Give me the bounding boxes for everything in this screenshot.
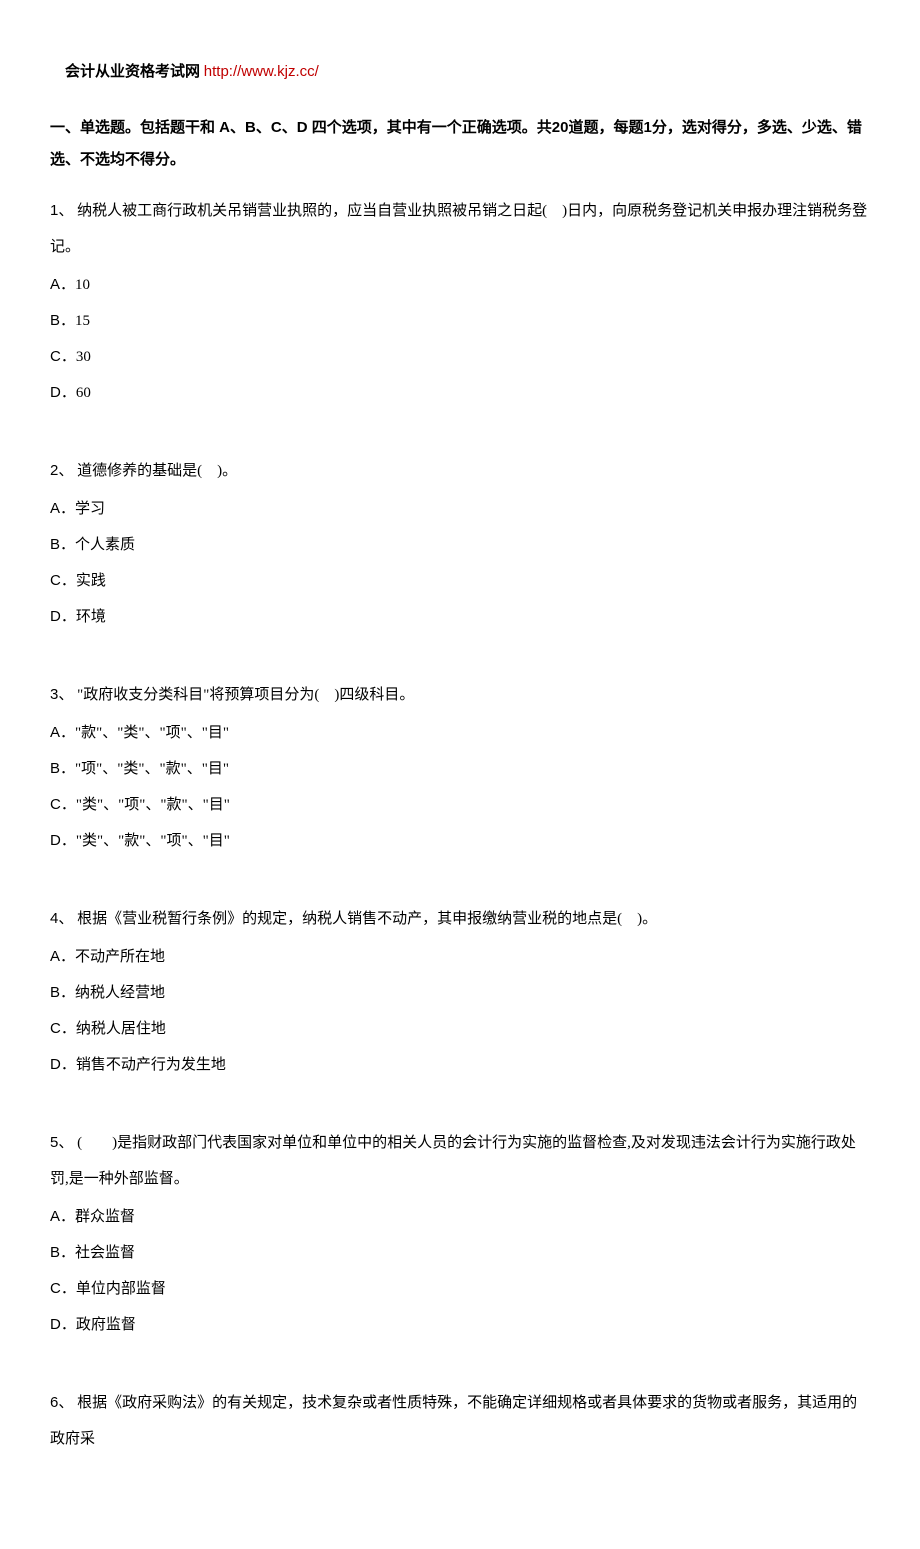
- option-letter: C．: [50, 348, 76, 365]
- question-block: 4、 根据《营业税暂行条例》的规定，纳税人销售不动产，其申报缴纳营业税的地点是(…: [50, 901, 870, 1083]
- option: B．纳税人经营地: [50, 975, 870, 1011]
- question-stem: ( )是指财政部门代表国家对单位和单位中的相关人员的会计行为实施的监督检查,及对…: [50, 1135, 856, 1187]
- option: A．"款"、"类"、"项"、"目": [50, 715, 870, 751]
- question-number: 4、: [50, 910, 73, 927]
- option-text: 学习: [75, 501, 105, 517]
- option-letter: A．: [50, 948, 75, 965]
- option: A．学习: [50, 491, 870, 527]
- question-number: 5、: [50, 1134, 73, 1151]
- question-block: 3、 "政府收支分类科目"将预算项目分为( )四级科目。A．"款"、"类"、"项…: [50, 677, 870, 859]
- option-text: "项"、"类"、"款"、"目": [75, 761, 229, 777]
- questions-container: 1、 纳税人被工商行政机关吊销营业执照的，应当自营业执照被吊销之日起( )日内，…: [50, 193, 870, 1457]
- option-text: 政府监督: [76, 1317, 136, 1333]
- option-letter: B．: [50, 312, 75, 329]
- option-text: 个人素质: [75, 537, 135, 553]
- option: D．政府监督: [50, 1307, 870, 1343]
- section-instructions: 一、单选题。包括题干和 A、B、C、D 四个选项，其中有一个正确选项。共20道题…: [50, 112, 870, 175]
- question-text: 5、 ( )是指财政部门代表国家对单位和单位中的相关人员的会计行为实施的监督检查…: [50, 1125, 870, 1197]
- option-letter: D．: [50, 384, 76, 401]
- question-number: 2、: [50, 462, 73, 479]
- option: B．社会监督: [50, 1235, 870, 1271]
- question-stem: 根据《营业税暂行条例》的规定，纳税人销售不动产，其申报缴纳营业税的地点是( )。: [73, 911, 657, 927]
- option-text: 环境: [76, 609, 106, 625]
- option-text: "款"、"类"、"项"、"目": [75, 725, 229, 741]
- option-text: 10: [75, 277, 90, 293]
- option-letter: D．: [50, 1316, 76, 1333]
- question-text: 4、 根据《营业税暂行条例》的规定，纳税人销售不动产，其申报缴纳营业税的地点是(…: [50, 901, 870, 937]
- option-letter: D．: [50, 1056, 76, 1073]
- option-letter: A．: [50, 276, 75, 293]
- page-header: 会计从业资格考试网 http://www.kjz.cc/: [50, 60, 870, 84]
- option-text: 群众监督: [75, 1209, 135, 1225]
- question-text: 6、 根据《政府采购法》的有关规定，技术复杂或者性质特殊，不能确定详细规格或者具…: [50, 1385, 870, 1457]
- option: A．10: [50, 267, 870, 303]
- option-text: 社会监督: [75, 1245, 135, 1261]
- question-block: 6、 根据《政府采购法》的有关规定，技术复杂或者性质特殊，不能确定详细规格或者具…: [50, 1385, 870, 1457]
- question-number: 1、: [50, 202, 73, 219]
- question-text: 2、 道德修养的基础是( )。: [50, 453, 870, 489]
- option: B．15: [50, 303, 870, 339]
- option: C．纳税人居住地: [50, 1011, 870, 1047]
- question-stem: 道德修养的基础是( )。: [73, 463, 237, 479]
- option-letter: A．: [50, 724, 75, 741]
- option: A．不动产所在地: [50, 939, 870, 975]
- option-letter: A．: [50, 1208, 75, 1225]
- option: A．群众监督: [50, 1199, 870, 1235]
- question-number: 6、: [50, 1394, 73, 1411]
- option: C．"类"、"项"、"款"、"目": [50, 787, 870, 823]
- option-text: 单位内部监督: [76, 1281, 166, 1297]
- option-text: "类"、"款"、"项"、"目": [76, 833, 230, 849]
- option-text: 销售不动产行为发生地: [76, 1057, 226, 1073]
- option-letter: C．: [50, 796, 76, 813]
- option: C．实践: [50, 563, 870, 599]
- question-stem: 纳税人被工商行政机关吊销营业执照的，应当自营业执照被吊销之日起( )日内，向原税…: [50, 203, 867, 255]
- option-text: "类"、"项"、"款"、"目": [76, 797, 230, 813]
- option-text: 不动产所在地: [75, 949, 165, 965]
- option-letter: B．: [50, 984, 75, 1001]
- option-text: 30: [76, 349, 91, 365]
- option: D．环境: [50, 599, 870, 635]
- option-letter: C．: [50, 1280, 76, 1297]
- option-letter: B．: [50, 760, 75, 777]
- site-title: 会计从业资格考试网: [65, 63, 200, 80]
- option-text: 实践: [76, 573, 106, 589]
- question-block: 2、 道德修养的基础是( )。A．学习B．个人素质C．实践D．环境: [50, 453, 870, 635]
- option-letter: B．: [50, 1244, 75, 1261]
- option-text: 60: [76, 385, 91, 401]
- option: D．"类"、"款"、"项"、"目": [50, 823, 870, 859]
- option-text: 纳税人经营地: [75, 985, 165, 1001]
- option-letter: B．: [50, 536, 75, 553]
- site-link[interactable]: http://www.kjz.cc/: [204, 63, 319, 80]
- question-text: 1、 纳税人被工商行政机关吊销营业执照的，应当自营业执照被吊销之日起( )日内，…: [50, 193, 870, 265]
- option-letter: A．: [50, 500, 75, 517]
- question-stem: "政府收支分类科目"将预算项目分为( )四级科目。: [73, 687, 414, 703]
- option-text: 纳税人居住地: [76, 1021, 166, 1037]
- option-letter: D．: [50, 832, 76, 849]
- option: B．个人素质: [50, 527, 870, 563]
- question-text: 3、 "政府收支分类科目"将预算项目分为( )四级科目。: [50, 677, 870, 713]
- option: B．"项"、"类"、"款"、"目": [50, 751, 870, 787]
- option-text: 15: [75, 313, 90, 329]
- option-letter: D．: [50, 608, 76, 625]
- question-number: 3、: [50, 686, 73, 703]
- option-letter: C．: [50, 572, 76, 589]
- question-block: 5、 ( )是指财政部门代表国家对单位和单位中的相关人员的会计行为实施的监督检查…: [50, 1125, 870, 1343]
- question-block: 1、 纳税人被工商行政机关吊销营业执照的，应当自营业执照被吊销之日起( )日内，…: [50, 193, 870, 411]
- option: C．30: [50, 339, 870, 375]
- option-letter: C．: [50, 1020, 76, 1037]
- option: D．60: [50, 375, 870, 411]
- option: D．销售不动产行为发生地: [50, 1047, 870, 1083]
- question-stem: 根据《政府采购法》的有关规定，技术复杂或者性质特殊，不能确定详细规格或者具体要求…: [50, 1395, 857, 1447]
